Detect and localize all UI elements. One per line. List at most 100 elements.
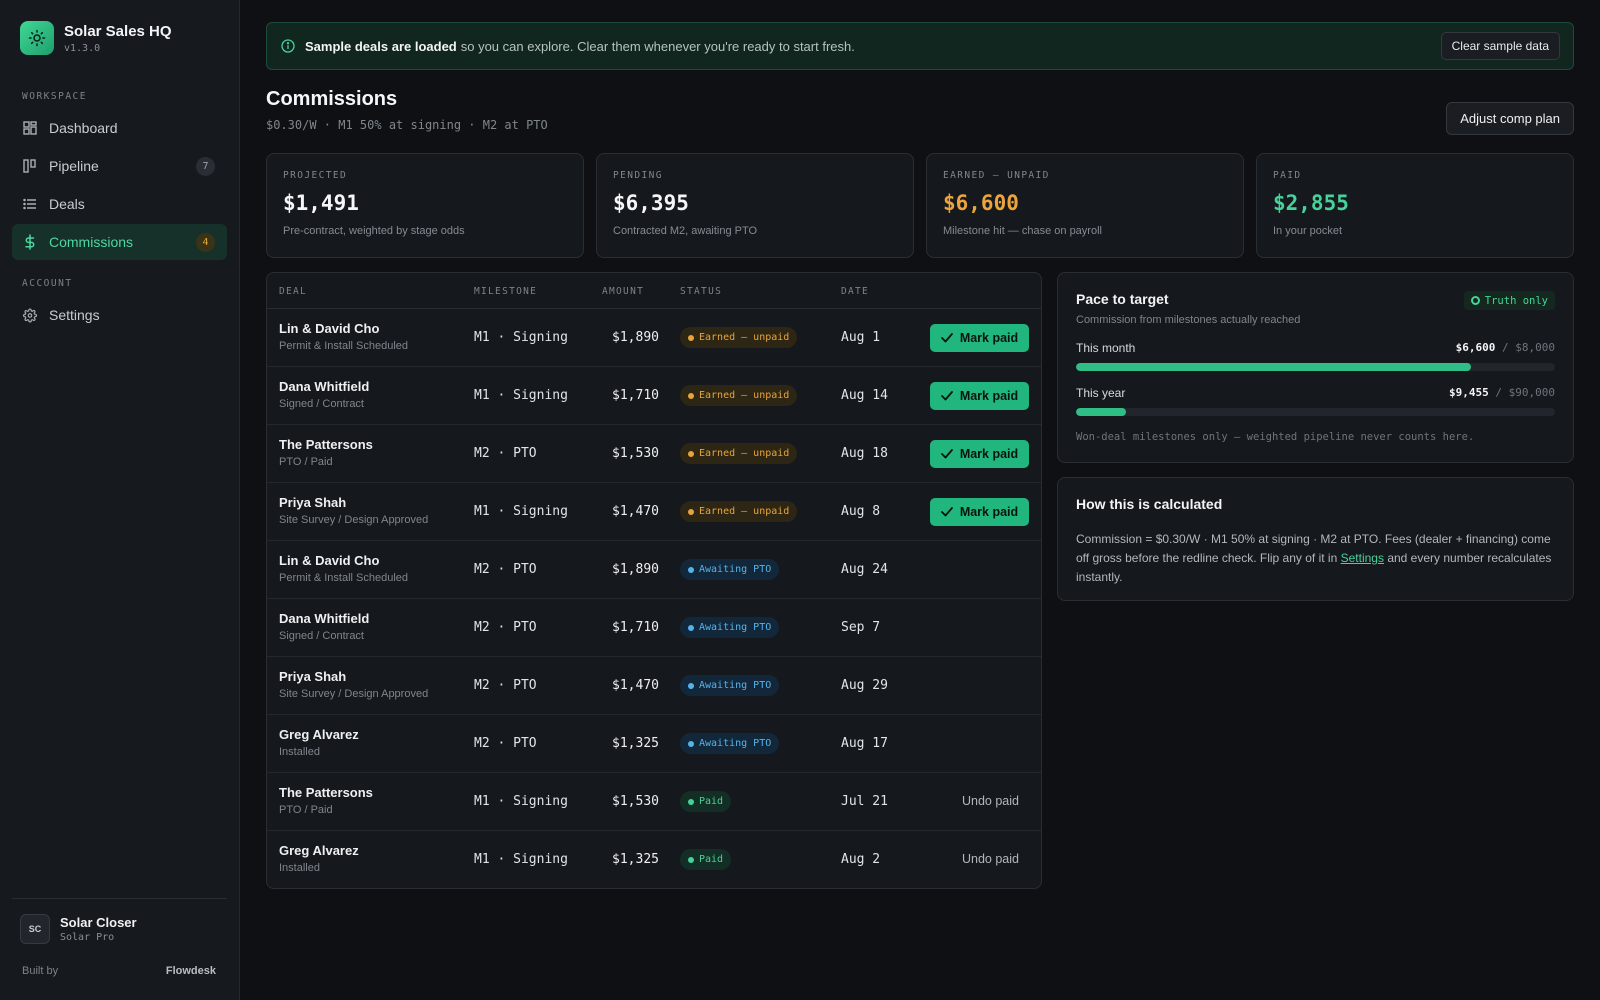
milestone-cell: M1 · Signing [474,852,568,867]
settings-link[interactable]: Settings [1341,551,1384,565]
table-row[interactable]: The Pattersons PTO / Paid M2 · PTO $1,530 Ea… [267,425,1041,483]
table-row[interactable]: Lin & David Cho Permit & Install Schedule… [267,309,1041,367]
status-label: Earned — unpaid [699,448,790,459]
deal-cell: The Pattersons PTO / Paid [279,437,373,468]
deal-cell: The Pattersons PTO / Paid [279,785,373,816]
table-row[interactable]: Priya Shah Site Survey / Design Approved M… [267,483,1041,541]
section-label-account: ACCOUNT [22,278,73,289]
check-icon [940,333,953,343]
undo-paid-button[interactable]: Undo paid [962,852,1019,866]
sidebar-item-deals[interactable]: Deals [12,186,227,222]
deal-name[interactable]: Dana Whitfield [279,611,369,626]
amount-cell: $1,710 [612,620,659,635]
column-header-amount[interactable]: AMOUNT [602,286,644,297]
deal-name[interactable]: Priya Shah [279,495,428,510]
sidebar-item-pipeline[interactable]: Pipeline 7 [12,148,227,184]
deal-name[interactable]: The Pattersons [279,785,373,800]
status-badge: Awaiting PTO [680,675,780,696]
deal-stage: Site Survey / Design Approved [279,514,429,526]
deal-name[interactable]: The Pattersons [279,437,373,452]
amount-cell: $1,710 [612,388,659,403]
column-header-status[interactable]: STATUS [680,286,722,297]
deal-name[interactable]: Greg Alvarez [279,727,359,742]
table-row[interactable]: Greg Alvarez Installed M1 · Signing $1,325 P… [267,831,1041,888]
sidebar-item-label: Commissions [49,234,134,250]
status-dot-icon [688,566,694,573]
table-row[interactable]: The Pattersons PTO / Paid M1 · Signing $1,5… [267,773,1041,831]
brand[interactable]: Solar Sales HQ v1.3.0 [20,21,172,55]
target-icon [1470,296,1480,305]
status-cell: Awaiting PTO [680,733,780,754]
deal-name[interactable]: Lin & David Cho [279,321,408,336]
milestone-cell: M1 · Signing [474,388,568,403]
sidebar-item-dashboard[interactable]: Dashboard [12,110,227,146]
pipeline-count-badge: 7 [196,156,215,176]
deal-name[interactable]: Priya Shah [279,669,428,684]
pace-month-values: $6,600 / $8,000 [1456,341,1555,354]
deal-stage: PTO / Paid [279,456,333,468]
status-badge: Earned — unpaid [680,443,798,464]
date-cell: Aug 29 [841,678,888,693]
pace-year-target: $90,000 [1508,386,1555,399]
column-header-date[interactable]: DATE [841,286,869,297]
gear-icon [23,308,37,322]
pace-separator: / [1502,341,1509,354]
column-header-deal[interactable]: DEAL [279,286,307,297]
dollar-icon [23,234,37,250]
commissions-table: DEAL MILESTONE AMOUNT STATUS DATE Lin & … [266,272,1042,889]
pace-month-target: $8,000 [1515,341,1555,354]
status-label: Paid [699,854,724,865]
sidebar-item-commissions[interactable]: Commissions 4 [12,224,227,260]
amount-cell: $1,530 [612,446,659,461]
check-icon [940,507,953,517]
undo-paid-button[interactable]: Undo paid [962,794,1019,808]
milestone-cell: M1 · Signing [474,794,568,809]
status-cell: Awaiting PTO [680,559,780,580]
status-cell: Awaiting PTO [680,675,780,696]
deal-name[interactable]: Dana Whitfield [279,379,369,394]
deal-stage: Installed [279,746,320,758]
clear-sample-data-button[interactable]: Clear sample data [1440,32,1560,60]
table-row[interactable]: Greg Alvarez Installed M2 · PTO $1,325 Await… [267,715,1041,773]
deal-cell: Priya Shah Site Survey / Design Approved [279,495,428,526]
status-dot-icon [688,682,694,689]
table-row[interactable]: Lin & David Cho Permit & Install Schedule… [267,541,1041,599]
column-header-milestone[interactable]: MILESTONE [474,286,537,297]
deal-cell: Dana Whitfield Signed / Contract [279,379,369,410]
pace-year-bar-fill [1076,408,1127,416]
status-label: Earned — unpaid [699,332,790,343]
stat-label: PAID [1273,170,1302,181]
pace-month-bar [1076,363,1555,371]
built-by-brand-link[interactable]: Flowdesk [166,965,216,977]
mark-paid-label: Mark paid [959,389,1019,403]
banner-message: so you can explore. Clear them whenever … [460,38,855,54]
adjust-comp-plan-button[interactable]: Adjust comp plan [1446,102,1574,135]
deal-name[interactable]: Lin & David Cho [279,553,408,568]
mark-paid-button[interactable]: Mark paid [930,382,1029,410]
sidebar-item-label: Deals [49,196,85,212]
status-label: Paid [699,796,724,807]
sidebar-item-label: Dashboard [49,120,118,136]
milestone-cell: M1 · Signing [474,330,568,345]
mark-paid-button[interactable]: Mark paid [930,498,1029,526]
table-row[interactable]: Priya Shah Site Survey / Design Approved M… [267,657,1041,715]
table-row[interactable]: Dana Whitfield Signed / Contract M2 · PTO $… [267,599,1041,657]
status-label: Awaiting PTO [699,622,772,633]
status-cell: Paid [680,791,732,812]
sidebar-item-settings[interactable]: Settings [12,297,227,333]
pace-month-current: $6,600 [1455,341,1496,354]
table-row[interactable]: Dana Whitfield Signed / Contract M1 · Sign… [267,367,1041,425]
user-profile[interactable]: SC Solar Closer Solar Pro [20,914,137,944]
status-label: Earned — unpaid [699,506,790,517]
status-dot-icon [688,334,694,341]
check-icon [940,449,953,459]
deal-stage: Permit & Install Scheduled [279,340,409,352]
status-dot-icon [688,508,694,515]
mark-paid-button[interactable]: Mark paid [930,440,1029,468]
milestone-cell: M1 · Signing [474,504,568,519]
deal-stage: Signed / Contract [279,398,364,410]
deal-stage: Signed / Contract [279,630,364,642]
deal-name[interactable]: Greg Alvarez [279,843,359,858]
mark-paid-button[interactable]: Mark paid [930,324,1029,352]
stat-label: PROJECTED [283,170,348,181]
